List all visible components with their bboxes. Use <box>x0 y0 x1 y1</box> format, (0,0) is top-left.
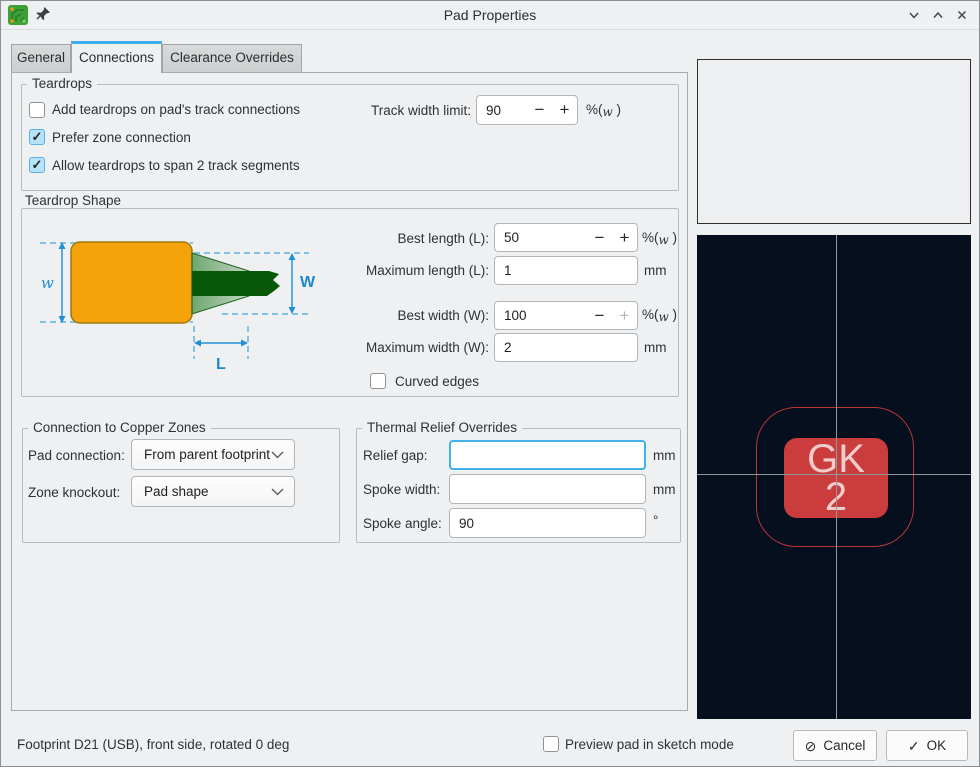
diagram-W-label: W <box>300 274 316 291</box>
unit-pre: %( <box>642 307 659 322</box>
decrement-button[interactable]: − <box>587 225 612 251</box>
teardrops-legend: Teardrops <box>27 76 97 91</box>
decrement-button[interactable]: − <box>587 303 612 329</box>
copper-zones-legend: Connection to Copper Zones <box>28 420 211 435</box>
prefer-zone-connection-label[interactable]: Prefer zone connection <box>52 130 191 145</box>
close-icon[interactable] <box>953 7 971 23</box>
spoke-angle-label: Spoke angle: <box>363 516 442 531</box>
best-width-input[interactable] <box>495 308 587 323</box>
zone-knockout-label: Zone knockout: <box>28 485 120 500</box>
check-icon: ✓ <box>30 158 44 172</box>
zone-knockout-value: Pad shape <box>144 484 209 499</box>
spoke-width-label: Spoke width: <box>363 482 440 497</box>
best-length-input[interactable] <box>495 230 587 245</box>
diagram-L-label: L <box>216 356 226 373</box>
unit-post: ) <box>613 102 621 117</box>
max-length-input[interactable] <box>494 256 638 285</box>
increment-button-disabled[interactable]: + <box>612 303 637 329</box>
spoke-angle-input[interactable] <box>449 508 646 538</box>
unit-post: ) <box>669 230 677 245</box>
window-title: Pad Properties <box>1 1 979 29</box>
span-track-segments-label[interactable]: Allow teardrops to span 2 track segments <box>52 158 300 173</box>
max-width-input[interactable] <box>494 333 638 362</box>
pad-properties-dialog: Pad Properties General Connections Clear… <box>0 0 980 767</box>
title-bar: Pad Properties <box>1 1 979 30</box>
max-width-unit: mm <box>644 340 667 355</box>
relief-gap-unit: mm <box>653 448 676 463</box>
best-length-unit: %(w ) <box>642 230 677 247</box>
diagram-w-label: w <box>41 274 54 292</box>
cancel-button-label: Cancel <box>823 738 865 753</box>
best-length-spinner[interactable]: − + <box>494 223 638 252</box>
sketch-mode-label[interactable]: Preview pad in sketch mode <box>565 737 734 752</box>
unit-pre: %( <box>642 230 659 245</box>
chevron-down-icon <box>271 484 284 499</box>
track-width-limit-input[interactable] <box>477 103 527 118</box>
ok-icon: ✓ <box>908 739 920 753</box>
thermal-relief-legend: Thermal Relief Overrides <box>362 420 522 435</box>
unit-var: w <box>659 310 669 324</box>
pad-preview-canvas: GK 2 <box>697 235 971 719</box>
unit-var: w <box>603 105 613 119</box>
pad-connection-label: Pad connection: <box>28 448 125 463</box>
add-teardrops-label[interactable]: Add teardrops on pad's track connections <box>52 102 300 117</box>
best-length-label: Best length (L): <box>341 231 489 246</box>
pad-connection-value: From parent footprint <box>144 447 270 462</box>
sketch-mode-checkbox[interactable]: ✓ <box>543 736 559 752</box>
tab-general[interactable]: General <box>11 44 71 72</box>
teardrop-diagram: w W L <box>33 227 353 377</box>
unit-pre: %( <box>586 102 603 117</box>
curved-edges-label[interactable]: Curved edges <box>395 374 479 389</box>
crosshair-horizontal <box>697 474 971 475</box>
tab-connections[interactable]: Connections <box>71 41 162 73</box>
track-width-limit-unit: %(w ) <box>586 102 621 119</box>
best-width-unit: %(w ) <box>642 307 677 324</box>
best-width-spinner[interactable]: − + <box>494 301 638 330</box>
max-width-label: Maximum width (W): <box>341 340 489 355</box>
footprint-status-text: Footprint D21 (USB), front side, rotated… <box>17 737 289 752</box>
prefer-zone-connection-checkbox[interactable]: ✓ <box>29 129 45 145</box>
best-width-label: Best width (W): <box>341 308 489 323</box>
check-icon: ✓ <box>30 130 44 144</box>
teardrop-shape-title: Teardrop Shape <box>25 193 121 208</box>
diagram-track <box>192 271 280 296</box>
cancel-button[interactable]: ⊘ Cancel <box>793 730 877 761</box>
chevron-down-icon[interactable] <box>905 7 923 23</box>
chevron-up-icon[interactable] <box>929 7 947 23</box>
add-teardrops-checkbox[interactable]: ✓ <box>29 102 45 118</box>
curved-edges-checkbox[interactable]: ✓ <box>370 373 386 389</box>
spoke-width-input[interactable] <box>449 474 646 504</box>
increment-button[interactable]: + <box>612 225 637 251</box>
decrement-button[interactable]: − <box>527 97 552 123</box>
diagram-pad <box>71 242 192 323</box>
track-width-limit-label: Track width limit: <box>341 103 471 118</box>
max-length-unit: mm <box>644 263 667 278</box>
relief-gap-label: Relief gap: <box>363 448 428 463</box>
ok-button[interactable]: ✓ OK <box>886 730 968 761</box>
spoke-angle-unit: ° <box>653 513 658 528</box>
crosshair-vertical <box>836 235 837 719</box>
unit-var: w <box>659 233 669 247</box>
tab-connections-label: Connections <box>79 50 154 65</box>
unit-post: ) <box>669 307 677 322</box>
ok-button-label: OK <box>927 738 947 753</box>
max-length-label: Maximum length (L): <box>341 263 489 278</box>
span-track-segments-checkbox[interactable]: ✓ <box>29 157 45 173</box>
track-width-limit-spinner[interactable]: − + <box>476 95 578 125</box>
pad-connection-dropdown[interactable]: From parent footprint <box>131 439 295 470</box>
cancel-icon: ⊘ <box>805 739 817 753</box>
increment-button[interactable]: + <box>552 97 577 123</box>
relief-gap-input[interactable] <box>449 440 646 470</box>
tab-general-label: General <box>17 50 65 65</box>
spoke-width-unit: mm <box>653 482 676 497</box>
tab-clearance-overrides-label: Clearance Overrides <box>170 50 294 65</box>
pad-top-view-panel <box>697 59 971 224</box>
chevron-down-icon <box>271 447 284 462</box>
tab-clearance-overrides[interactable]: Clearance Overrides <box>162 44 302 72</box>
zone-knockout-dropdown[interactable]: Pad shape <box>131 476 295 507</box>
